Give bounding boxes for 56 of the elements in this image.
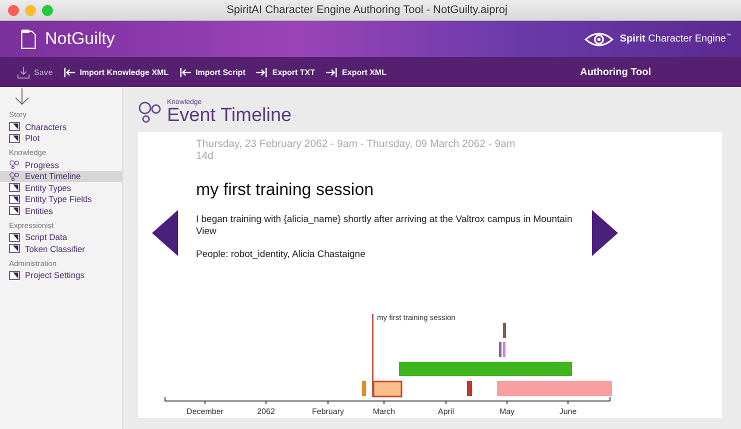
document-icon (9, 122, 20, 132)
event-people: People: robot_identity, Alicia Chastaigne (196, 249, 366, 261)
sidebar-item[interactable]: Event Timeline (0, 170, 122, 182)
axis-label: May (499, 407, 515, 416)
toolbar-label: Authoring Tool (580, 66, 651, 78)
next-button[interactable] (592, 210, 618, 256)
document-icon (9, 244, 20, 254)
event-title: my first training session (196, 180, 375, 200)
sidebar-item[interactable]: Token Classifier (0, 243, 122, 254)
axis-label: 2062 (257, 407, 275, 416)
close-button[interactable] (8, 4, 19, 16)
timeline-bar[interactable] (372, 380, 402, 398)
axis-label: March (372, 407, 396, 416)
circles-icon (138, 100, 162, 124)
sidebar-item[interactable]: Plot (0, 132, 122, 144)
window-title: SpiritAI Character Engine Authoring Tool - NotGuilty.aiproj (226, 4, 508, 16)
document-icon (9, 194, 20, 204)
sidebar-item[interactable]: Entities (0, 205, 122, 216)
export-arrow-icon (325, 66, 338, 78)
event-dates: Thursday, 23 February 2062 - 9am - Thursday, 09 March 2062 - 9am (196, 138, 516, 150)
event-description: I began training with {alicia_name} shortly after arriving at the Valtrox campus in Mountain View (196, 214, 574, 238)
circles-icon (9, 172, 20, 181)
sidebar-item[interactable]: Entity Type Fields (0, 194, 122, 205)
axis-label: December (186, 407, 224, 416)
eye-logo-icon (584, 30, 614, 48)
axis-label: February (312, 407, 344, 416)
sidebar-item[interactable]: Progress (0, 159, 122, 170)
down-arrow-icon (14, 88, 30, 106)
brand-name: Spirit Character Engine$^{™}$ (620, 33, 731, 45)
toolbar-button[interactable]: Import Knowledge XML (60, 64, 172, 80)
sidebar-item[interactable]: Project Settings (0, 270, 122, 281)
import-arrow-icon (62, 66, 76, 78)
zoom-button[interactable] (42, 4, 53, 16)
previous-button[interactable] (152, 210, 178, 256)
import-arrow-icon (178, 66, 192, 78)
download-icon (17, 66, 30, 78)
axis-label: June (559, 407, 577, 416)
project-name: NotGuilty (45, 29, 115, 49)
event-duration: 14d (196, 150, 215, 162)
document-icon (9, 134, 20, 143)
export-arrow-icon (255, 66, 268, 78)
document-icon (9, 206, 20, 216)
document-icon (9, 270, 20, 280)
document-icon (20, 28, 37, 50)
toolbar-button[interactable]: Import Script (176, 64, 248, 80)
sidebar-item[interactable]: Script Data (0, 232, 122, 243)
document-icon (9, 232, 20, 242)
minimize-button[interactable] (25, 4, 36, 16)
axis-label: April (438, 407, 454, 416)
toolbar-button[interactable]: Export XML (322, 64, 390, 80)
toolbar-button[interactable]: Export TXT (252, 64, 318, 80)
document-icon (9, 183, 20, 192)
circles-icon (9, 160, 20, 170)
page-title: Event Timeline (167, 106, 292, 126)
sidebar-item[interactable]: Entity Types (0, 182, 122, 194)
sidebar-item[interactable]: Characters (0, 121, 122, 132)
